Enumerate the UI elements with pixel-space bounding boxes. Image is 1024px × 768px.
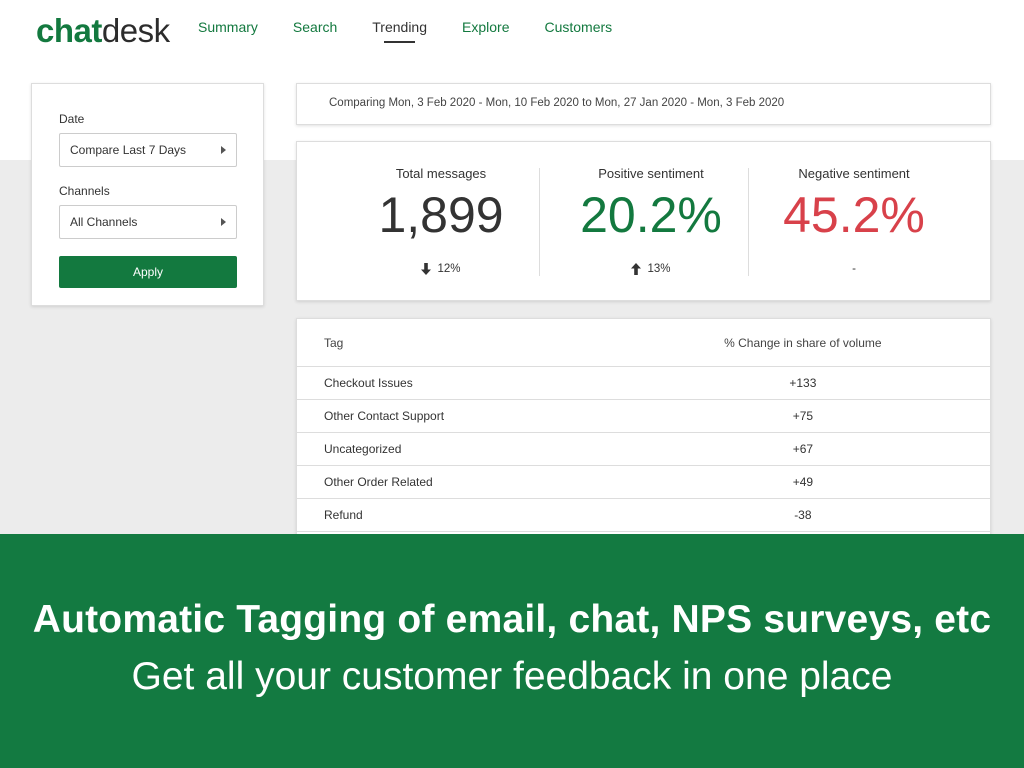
nav-customers[interactable]: Customers bbox=[544, 19, 612, 43]
banner-title: Automatic Tagging of email, chat, NPS su… bbox=[32, 598, 992, 641]
table-header: Tag % Change in share of volume bbox=[297, 319, 990, 367]
stat-change-value: 13% bbox=[647, 263, 671, 275]
table-row[interactable]: Checkout Issues +133 bbox=[297, 367, 990, 400]
logo-desk: desk bbox=[101, 12, 170, 49]
channels-select[interactable]: All Channels bbox=[59, 205, 237, 239]
stat-change: 13% bbox=[546, 261, 756, 277]
arrow-up-icon bbox=[631, 263, 642, 275]
comparison-text: Comparing Mon, 3 Feb 2020 - Mon, 10 Feb … bbox=[329, 97, 785, 109]
apply-button[interactable]: Apply bbox=[59, 256, 237, 288]
date-select[interactable]: Compare Last 7 Days bbox=[59, 133, 237, 167]
filter-panel: Date Compare Last 7 Days Channels All Ch… bbox=[31, 83, 264, 306]
tag-table: Tag % Change in share of volume Checkout… bbox=[296, 318, 991, 548]
cell-change: +67 bbox=[792, 442, 814, 456]
stat-change-value: 12% bbox=[437, 263, 461, 275]
cell-tag: Other Contact Support bbox=[324, 409, 445, 423]
table-row[interactable]: Other Contact Support +75 bbox=[297, 400, 990, 433]
cell-change: +75 bbox=[792, 409, 814, 423]
table-body: Checkout Issues +133 Other Contact Support… bbox=[297, 367, 990, 532]
stat-negative-sentiment: Negative sentiment 45.2% - bbox=[749, 142, 959, 277]
channels-label: Channels bbox=[59, 184, 110, 198]
stat-change: - bbox=[749, 261, 959, 277]
caret-right-icon bbox=[221, 146, 226, 154]
header-tag[interactable]: Tag bbox=[297, 336, 696, 350]
table-row[interactable]: Other Order Related +49 bbox=[297, 466, 990, 499]
stat-value: 20.2% bbox=[580, 187, 722, 243]
stat-title: Positive sentiment bbox=[598, 166, 704, 181]
cell-tag: Uncategorized bbox=[324, 442, 402, 456]
header-change[interactable]: % Change in share of volume bbox=[696, 336, 990, 350]
nav-summary[interactable]: Summary bbox=[198, 19, 258, 43]
comparison-range: Comparing Mon, 3 Feb 2020 - Mon, 10 Feb … bbox=[296, 83, 991, 125]
cell-change: -38 bbox=[794, 508, 812, 522]
table-row[interactable]: Refund -38 bbox=[297, 499, 990, 532]
stat-value: 45.2% bbox=[783, 187, 925, 243]
chatdesk-logo[interactable]: chatdesk bbox=[36, 12, 170, 50]
cell-tag: Checkout Issues bbox=[324, 376, 413, 390]
date-select-value: Compare Last 7 Days bbox=[70, 143, 187, 157]
date-label: Date bbox=[59, 112, 85, 126]
stat-change: 12% bbox=[336, 261, 546, 277]
main-nav: Summary Search Trending Explore Customer… bbox=[198, 19, 647, 43]
nav-explore[interactable]: Explore bbox=[462, 19, 509, 43]
stats-card: Total messages 1,899 12% Positive sentim… bbox=[296, 141, 991, 301]
caret-right-icon bbox=[221, 218, 226, 226]
table-row[interactable]: Uncategorized +67 bbox=[297, 433, 990, 466]
logo-chat: chat bbox=[36, 12, 102, 49]
stat-change-value: - bbox=[852, 263, 856, 275]
stat-total-messages: Total messages 1,899 12% bbox=[336, 142, 546, 277]
channels-select-value: All Channels bbox=[70, 215, 138, 229]
cell-tag: Other Order Related bbox=[324, 475, 433, 489]
stat-value: 1,899 bbox=[378, 187, 504, 243]
cell-change: +49 bbox=[792, 475, 814, 489]
nav-trending[interactable]: Trending bbox=[372, 19, 427, 43]
stat-positive-sentiment: Positive sentiment 20.2% 13% bbox=[546, 142, 756, 277]
stat-title: Total messages bbox=[395, 166, 487, 181]
promo-banner: Automatic Tagging of email, chat, NPS su… bbox=[0, 534, 1024, 768]
banner-subtitle: Get all your customer feedback in one pl… bbox=[131, 655, 893, 698]
stat-divider bbox=[539, 168, 540, 276]
nav-search[interactable]: Search bbox=[293, 19, 337, 43]
cell-tag: Refund bbox=[324, 508, 363, 522]
stat-title: Negative sentiment bbox=[798, 166, 910, 181]
cell-change: +133 bbox=[789, 376, 817, 390]
arrow-down-icon bbox=[421, 263, 432, 275]
